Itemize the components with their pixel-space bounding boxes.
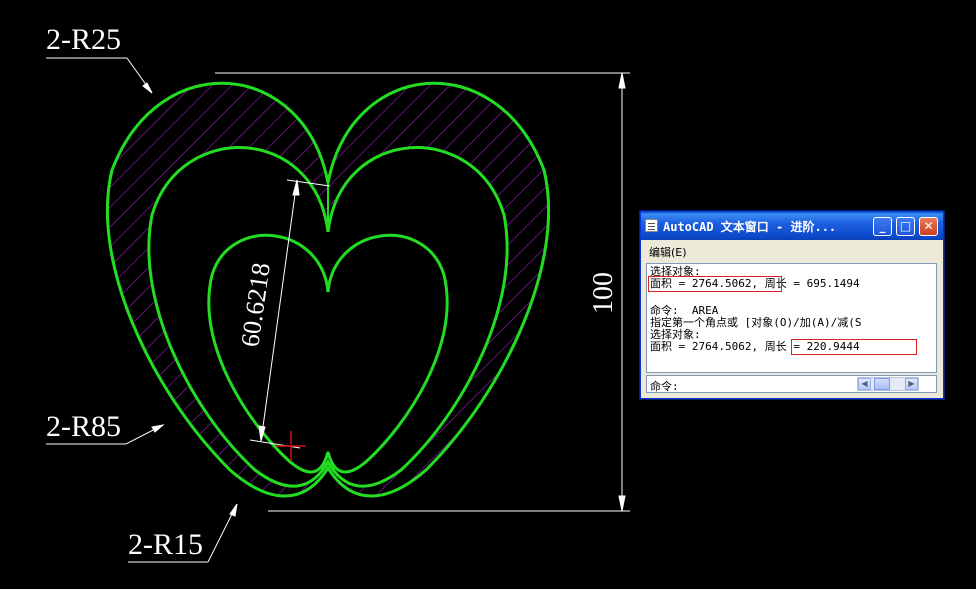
title-bar[interactable]: AutoCAD 文本窗口 - 进阶... _ □ ✕ [641, 212, 943, 240]
autocad-text-window[interactable]: AutoCAD 文本窗口 - 进阶... _ □ ✕ 编辑(E) 选择对象: 面… [640, 211, 944, 399]
scroll-left-button[interactable]: ◀ [858, 378, 871, 390]
dimension-100-text: 100 [588, 272, 619, 314]
scroll-thumb[interactable] [874, 378, 890, 390]
menu-edit[interactable]: 编辑(E) [649, 244, 687, 260]
label-r15: 2-R15 [128, 528, 203, 561]
highlight-perimeter [791, 339, 917, 355]
highlight-area-first [648, 276, 782, 292]
maximize-button[interactable]: □ [896, 217, 915, 236]
command-prompt: 命令: [650, 380, 679, 393]
label-r85: 2-R85 [46, 410, 121, 443]
inner-heart-outline[interactable] [207, 233, 449, 474]
minimize-button[interactable]: _ [873, 217, 892, 236]
close-button[interactable]: ✕ [919, 217, 938, 236]
window-app-icon[interactable] [645, 219, 658, 232]
command-history[interactable]: 选择对象: 面积 = 2764.5062, 周长 = 695.1494 命令: … [646, 263, 937, 373]
window-title: AutoCAD 文本窗口 - 进阶... [663, 220, 837, 234]
scroll-right-button[interactable]: ▶ [905, 378, 918, 390]
command-line[interactable]: 命令: ◀ ▶ [646, 375, 937, 393]
horizontal-scrollbar[interactable]: ◀ ▶ [857, 377, 919, 391]
menu-bar: 编辑(E) [641, 240, 943, 261]
crosshair-cursor [276, 431, 306, 461]
dimension-60-6218-text: 60.6218 [235, 261, 275, 349]
label-r25: 2-R25 [46, 23, 121, 56]
leader-r25[interactable] [46, 57, 153, 94]
